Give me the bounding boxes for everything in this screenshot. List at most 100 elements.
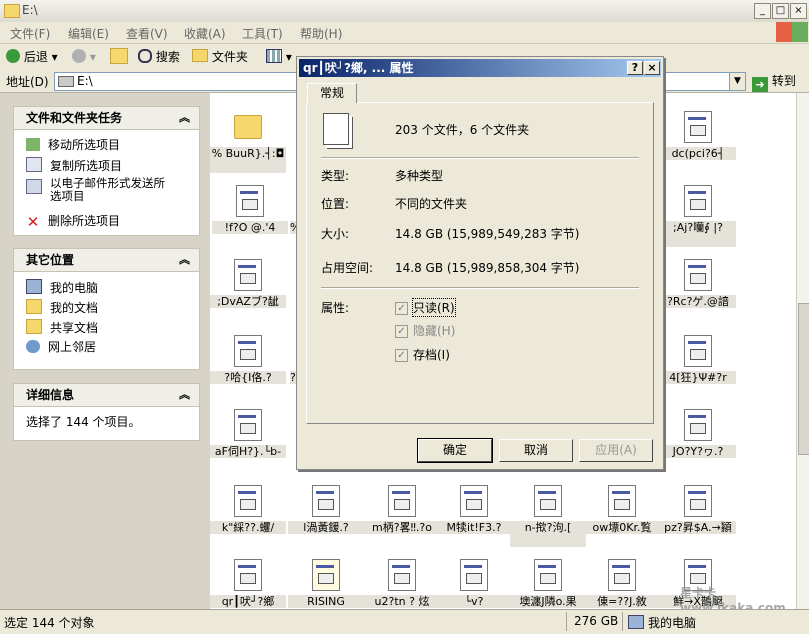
- dialog-titlebar[interactable]: qr┃吠┘?鄉, ... 属性 ? ×: [299, 59, 661, 77]
- forward-button[interactable]: ▾: [72, 48, 96, 66]
- properties-dialog: qr┃吠┘?鄉, ... 属性 ? × 常规 203 个文件，6 个文件夹 类型…: [296, 56, 664, 470]
- hidden-label[interactable]: 隐藏(H): [413, 322, 455, 339]
- file-item[interactable]: M犊it!F3.?: [436, 485, 512, 555]
- file-icon: [460, 485, 488, 517]
- file-tasks-panel: 文件和文件夹任务 ︽ 移动所选项目 复制所选项目 以电子邮件形式发送所选项目 ✕ 删…: [13, 106, 200, 236]
- file-icon: [684, 335, 712, 367]
- file-item[interactable]: pz?昇$A.→顈: [660, 485, 736, 555]
- panel-header[interactable]: 其它位置 ︽: [14, 249, 199, 272]
- place-my-documents[interactable]: 我的文档: [26, 299, 98, 316]
- file-item[interactable]: !f?O @.'4: [212, 185, 288, 255]
- type-value: 多种类型: [395, 169, 444, 183]
- summary-text: 203 个文件，6 个文件夹: [395, 123, 530, 137]
- archive-checkbox[interactable]: ✓: [395, 349, 408, 362]
- location-label: 位置:: [321, 197, 350, 211]
- task-copy[interactable]: 复制所选项目: [26, 157, 122, 174]
- readonly-checkbox[interactable]: ✓: [395, 302, 408, 315]
- disk-size-value: 14.8 GB (15,989,858,304 字节): [395, 261, 580, 275]
- place-my-computer[interactable]: 我的电脑: [26, 279, 98, 296]
- file-icon: [312, 485, 340, 517]
- search-button[interactable]: 搜索: [138, 48, 180, 66]
- delete-x-icon: ✕: [26, 213, 40, 231]
- tab-panel: 203 个文件，6 个文件夹 类型: 多种类型 位置: 不同的文件夹 大小: 1…: [306, 102, 654, 424]
- file-item[interactable]: m柄?畧‼.?o: [364, 485, 440, 555]
- menu-view[interactable]: 查看(V): [126, 25, 168, 42]
- back-button[interactable]: 后退 ▾: [6, 48, 58, 66]
- size-value: 14.8 GB (15,989,549,283 字节): [395, 227, 580, 241]
- window-title: E:\: [22, 3, 38, 17]
- file-icon: [388, 485, 416, 517]
- file-item[interactable]: ?Rc?ゲ.@諳: [660, 259, 736, 329]
- menu-favorites[interactable]: 收藏(A): [184, 25, 226, 42]
- place-shared-documents[interactable]: 共享文档: [26, 319, 98, 336]
- file-item[interactable]: 4[狂}Ψ#?r: [660, 335, 736, 405]
- archive-label[interactable]: 存档(I): [413, 346, 450, 363]
- file-icon: [236, 185, 264, 217]
- close-button[interactable]: ×: [790, 3, 807, 19]
- file-icon: [684, 185, 712, 217]
- menu-tools[interactable]: 工具(T): [242, 25, 283, 42]
- up-button[interactable]: [110, 48, 128, 66]
- file-item[interactable]: aF伺H?}.└b-: [210, 409, 286, 479]
- divider: [321, 157, 639, 159]
- file-item[interactable]: dc(pci?6┤: [660, 111, 736, 181]
- place-network[interactable]: 网上邻居: [26, 339, 96, 355]
- go-button[interactable]: ➜ 转到: [752, 72, 796, 92]
- maximize-button[interactable]: □: [772, 3, 789, 19]
- type-label: 类型:: [321, 169, 350, 183]
- panel-header[interactable]: 详细信息 ︽: [14, 384, 199, 407]
- folders-button[interactable]: 文件夹: [192, 48, 248, 66]
- hidden-checkbox[interactable]: ✓: [395, 325, 408, 338]
- ok-button[interactable]: 确定: [417, 438, 493, 463]
- details-panel: 详细信息 ︽ 选择了 144 个项目。: [13, 383, 200, 441]
- status-divider: [622, 612, 623, 631]
- file-item[interactable]: l渦黃鍰.?: [288, 485, 364, 555]
- task-email[interactable]: 以电子邮件形式发送所选项目: [26, 177, 176, 203]
- vertical-scrollbar[interactable]: [796, 93, 809, 609]
- views-button[interactable]: ▾: [266, 48, 292, 66]
- menu-file[interactable]: 文件(F): [10, 25, 50, 42]
- up-folder-icon: [110, 48, 128, 64]
- dialog-close-button[interactable]: ×: [644, 61, 660, 75]
- windows-logo-icon: [776, 22, 808, 42]
- address-value: E:\: [77, 74, 93, 88]
- forward-arrow-icon: [72, 49, 86, 63]
- help-button[interactable]: ?: [627, 61, 643, 75]
- menu-edit[interactable]: 编辑(E): [68, 25, 109, 42]
- task-delete[interactable]: ✕ 删除所选项目: [26, 213, 120, 231]
- file-item[interactable]: ?哈{I佫.?: [210, 335, 286, 405]
- scroll-thumb[interactable]: [798, 303, 809, 455]
- file-icon: [608, 559, 636, 591]
- collapse-chevron-icon[interactable]: ︽: [179, 107, 190, 129]
- task-move[interactable]: 移动所选项目: [26, 137, 120, 153]
- menu-help[interactable]: 帮助(H): [300, 25, 342, 42]
- minimize-button[interactable]: _: [754, 3, 771, 19]
- file-item[interactable]: ow墂0Kr.覧: [584, 485, 660, 555]
- file-item[interactable]: k"綵??.蠼/: [210, 485, 286, 555]
- file-item[interactable]: n-揿?泃.[: [510, 485, 586, 555]
- documents-folder-icon: [26, 299, 42, 314]
- apply-button[interactable]: 应用(A): [579, 439, 653, 462]
- file-item[interactable]: ;Aj?囒∮ |?: [660, 185, 736, 255]
- file-item[interactable]: JO?Y?ヮ.?: [660, 409, 736, 479]
- status-selection: 选定 144 个对象: [4, 616, 95, 630]
- tab-general[interactable]: 常规: [307, 83, 357, 103]
- panel-header[interactable]: 文件和文件夹任务 ︽: [14, 107, 199, 130]
- notepad-icon: [312, 559, 340, 591]
- status-divider: [566, 612, 567, 631]
- file-icon: [234, 259, 262, 291]
- folder-item[interactable]: % BuuR}.┤:◘: [210, 111, 286, 181]
- task-pane: 文件和文件夹任务 ︽ 移动所选项目 复制所选项目 以电子邮件形式发送所选项目 ✕ 删…: [0, 93, 210, 609]
- cancel-button[interactable]: 取消: [499, 439, 573, 462]
- file-item[interactable]: ;DvAZブ?龇: [210, 259, 286, 329]
- search-icon: [138, 49, 152, 63]
- window-titlebar[interactable]: E:\ _ □ ×: [0, 0, 809, 23]
- collapse-chevron-icon[interactable]: ︽: [179, 249, 190, 271]
- computer-icon: [26, 279, 42, 294]
- file-icon: [534, 559, 562, 591]
- address-dropdown-button[interactable]: ▼: [729, 73, 745, 90]
- collapse-chevron-icon[interactable]: ︽: [179, 384, 190, 406]
- file-icon: [684, 259, 712, 291]
- folder-icon: [4, 4, 20, 18]
- readonly-label[interactable]: 只读(R): [412, 298, 456, 317]
